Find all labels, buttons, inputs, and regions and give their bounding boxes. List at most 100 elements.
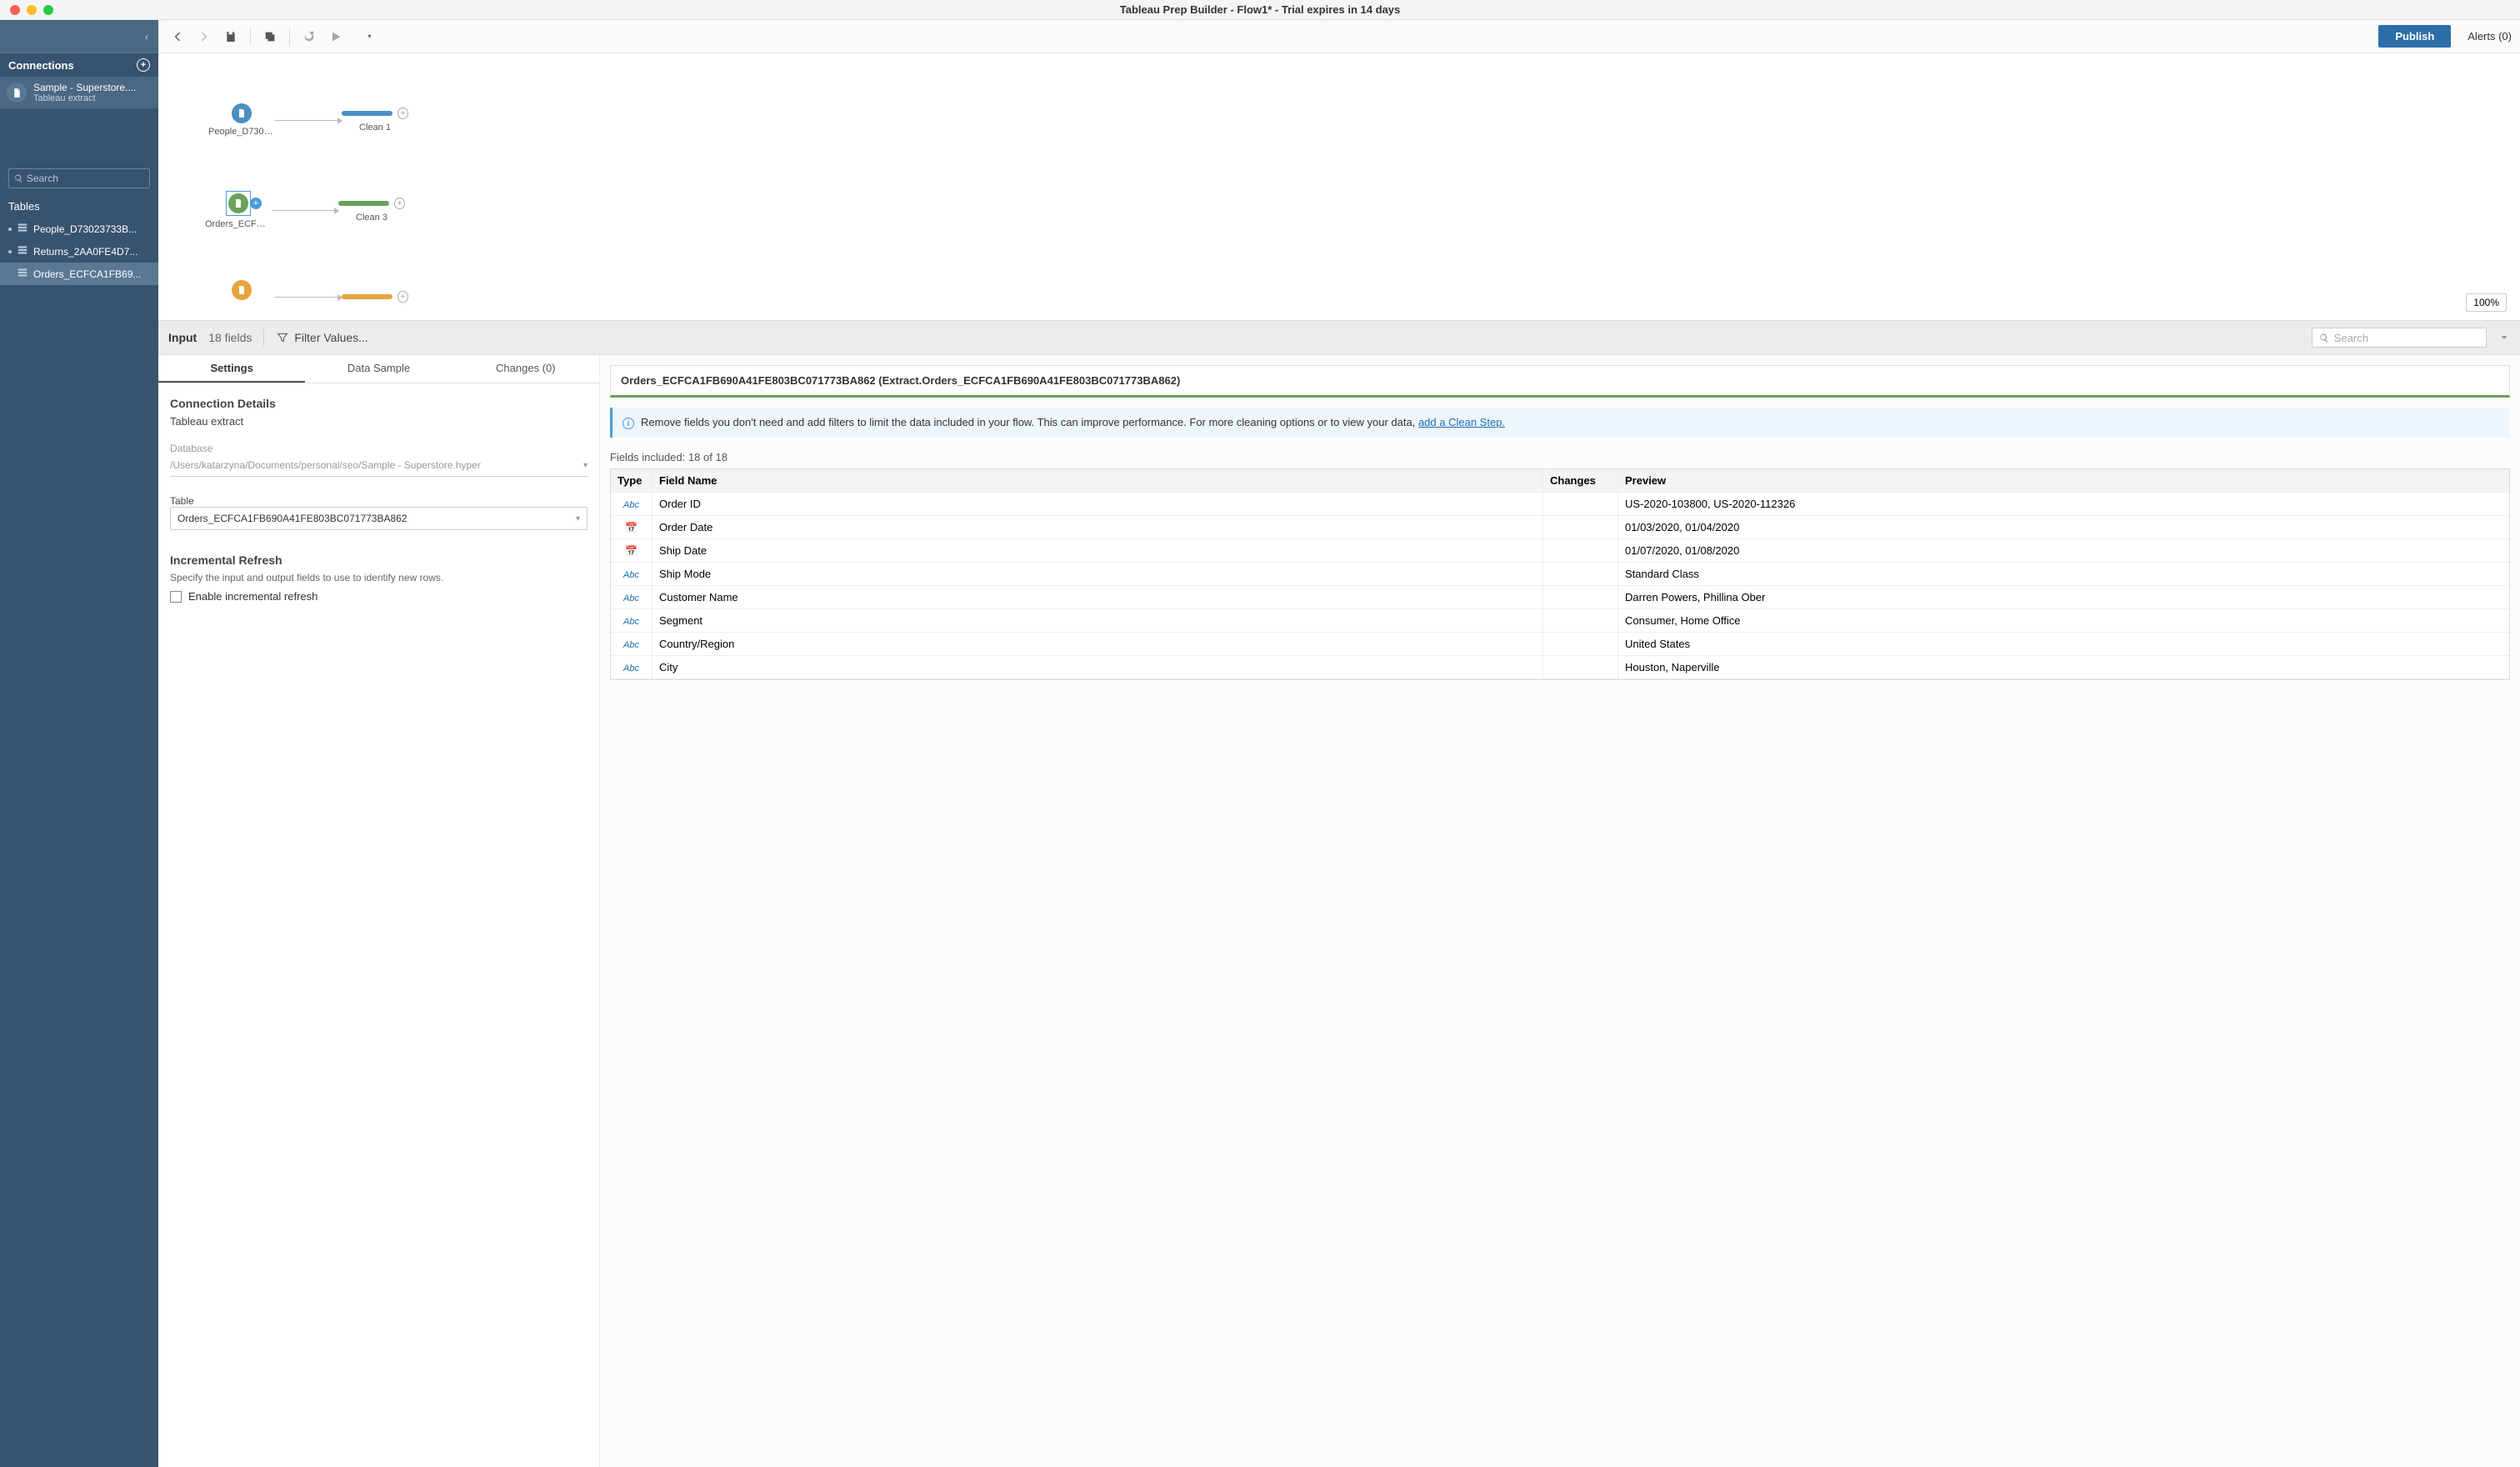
tables-heading: Tables bbox=[0, 197, 158, 218]
database-select[interactable]: /Users/katarzyna/Documents/personal/seo/… bbox=[170, 454, 588, 477]
sidebar: ‹ Connections + Sample - Superstore.... … bbox=[0, 20, 158, 1467]
incremental-heading: Incremental Refresh bbox=[170, 553, 588, 567]
sidebar-search[interactable] bbox=[8, 168, 150, 188]
search-icon bbox=[2319, 333, 2329, 343]
field-preview: US-2020-103800, US-2020-112326 bbox=[1618, 493, 2509, 516]
tables-list: People_D73023733B... Returns_2AA0FE4D7..… bbox=[0, 218, 158, 285]
table-item-label: People_D73023733B... bbox=[33, 223, 137, 235]
tab-changes[interactable]: Changes (0) bbox=[452, 355, 599, 383]
table-select[interactable]: Orders_ECFCA1FB690A41FE803BC071773BA862 … bbox=[170, 507, 588, 530]
incremental-description: Specify the input and output fields to u… bbox=[170, 572, 588, 583]
add-step-button[interactable]: + bbox=[398, 291, 408, 303]
clean-pill-icon bbox=[342, 294, 392, 299]
forward-button[interactable] bbox=[193, 26, 215, 48]
settings-button[interactable]: ▾ bbox=[352, 26, 373, 48]
panel-fields-count: 18 fields bbox=[208, 331, 252, 344]
field-row[interactable]: AbcCustomer NameDarren Powers, Phillina … bbox=[611, 586, 2509, 609]
incremental-checkbox-row[interactable]: Enable incremental refresh bbox=[170, 590, 588, 603]
flow-connector bbox=[275, 120, 342, 121]
flow-clean-node[interactable]: + bbox=[342, 291, 408, 303]
table-title: Orders_ECFCA1FB690A41FE803BC071773BA862 … bbox=[610, 365, 2510, 398]
sidebar-collapse-icon[interactable]: ‹ bbox=[145, 31, 148, 43]
field-row[interactable]: 📅Ship Date01/07/2020, 01/08/2020 bbox=[611, 539, 2509, 563]
flow-input-node[interactable]: People_D7302... bbox=[208, 103, 275, 137]
fields-pane: Orders_ECFCA1FB690A41FE803BC071773BA862 … bbox=[600, 355, 2520, 1467]
table-icon bbox=[17, 222, 28, 236]
publish-button[interactable]: Publish bbox=[2378, 25, 2451, 48]
type-date-icon: 📅 bbox=[625, 522, 638, 533]
col-name: Field Name bbox=[652, 469, 1543, 493]
connection-details-heading: Connection Details bbox=[170, 397, 588, 410]
filter-label: Filter Values... bbox=[294, 331, 368, 344]
table-item[interactable]: Orders_ECFCA1FB69... bbox=[0, 263, 158, 285]
field-row[interactable]: AbcOrder IDUS-2020-103800, US-2020-11232… bbox=[611, 493, 2509, 516]
connections-heading: Connections bbox=[8, 59, 74, 72]
field-changes bbox=[1543, 633, 1618, 656]
table-icon bbox=[17, 267, 28, 281]
sidebar-search-input[interactable] bbox=[27, 173, 144, 184]
node-label bbox=[208, 303, 275, 313]
tab-settings[interactable]: Settings bbox=[158, 355, 305, 383]
input-node-icon bbox=[228, 193, 248, 213]
back-button[interactable] bbox=[167, 26, 188, 48]
panel-search[interactable] bbox=[2312, 328, 2487, 348]
add-step-button[interactable]: + bbox=[394, 198, 405, 209]
fields-table: Type Field Name Changes Preview AbcOrder… bbox=[610, 468, 2510, 680]
node-label: Clean 1 bbox=[342, 123, 408, 133]
field-row[interactable]: 📅Order Date01/03/2020, 01/04/2020 bbox=[611, 516, 2509, 539]
table-value: Orders_ECFCA1FB690A41FE803BC071773BA862 bbox=[178, 513, 408, 524]
search-icon bbox=[14, 173, 23, 183]
detail-pane: Settings Data Sample Changes (0) Connect… bbox=[158, 355, 2520, 1467]
flow-clean-node[interactable]: + Clean 3 bbox=[338, 198, 405, 223]
connection-type-value: Tableau extract bbox=[170, 415, 588, 428]
panel-header: Input 18 fields Filter Values... bbox=[158, 320, 2520, 355]
table-item[interactable]: Returns_2AA0FE4D7... bbox=[0, 240, 158, 263]
field-row[interactable]: AbcShip ModeStandard Class bbox=[611, 563, 2509, 586]
table-item[interactable]: People_D73023733B... bbox=[0, 218, 158, 240]
flow-input-node[interactable]: + Orders_ECFCA... bbox=[205, 191, 272, 229]
clean-pill-icon bbox=[338, 201, 389, 206]
table-icon bbox=[17, 244, 28, 258]
tab-data-sample[interactable]: Data Sample bbox=[305, 355, 452, 383]
connection-item[interactable]: Sample - Superstore.... Tableau extract bbox=[0, 77, 158, 108]
save-button[interactable] bbox=[220, 26, 242, 48]
field-name: Order Date bbox=[652, 516, 1543, 539]
window-title: Tableau Prep Builder - Flow1* - Trial ex… bbox=[1120, 3, 1400, 16]
maximize-window-button[interactable] bbox=[43, 5, 53, 15]
field-changes bbox=[1543, 563, 1618, 586]
add-step-button[interactable]: + bbox=[398, 108, 408, 119]
toolbar: ▾ Publish Alerts (0) bbox=[158, 20, 2520, 53]
alerts-button[interactable]: Alerts (0) bbox=[2468, 30, 2512, 43]
connection-name: Sample - Superstore.... bbox=[33, 82, 136, 93]
close-window-button[interactable] bbox=[10, 5, 20, 15]
field-row[interactable]: AbcSegmentConsumer, Home Office bbox=[611, 609, 2509, 633]
table-item-label: Returns_2AA0FE4D7... bbox=[33, 246, 138, 258]
add-after-selected-button[interactable]: + bbox=[250, 198, 262, 209]
panel-search-input[interactable] bbox=[2334, 332, 2479, 344]
field-preview: Houston, Naperville bbox=[1618, 656, 2509, 679]
flow-input-node[interactable] bbox=[208, 280, 275, 313]
database-value: /Users/katarzyna/Documents/personal/seo/… bbox=[170, 459, 481, 471]
collapse-panel-icon[interactable] bbox=[2498, 332, 2510, 343]
node-label: Orders_ECFCA... bbox=[205, 219, 272, 229]
field-row[interactable]: AbcCityHouston, Naperville bbox=[611, 656, 2509, 679]
flow-clean-node[interactable]: + Clean 1 bbox=[342, 108, 408, 133]
run-flow-button[interactable] bbox=[325, 26, 347, 48]
col-type: Type bbox=[611, 469, 652, 493]
add-connection-button[interactable]: + bbox=[137, 58, 150, 72]
add-clean-step-link[interactable]: add a Clean Step. bbox=[1418, 416, 1505, 428]
zoom-indicator[interactable]: 100% bbox=[2466, 293, 2507, 312]
field-preview: 01/07/2020, 01/08/2020 bbox=[1618, 539, 2509, 563]
flow-canvas[interactable]: People_D7302... + Clean 1 bbox=[158, 53, 2520, 320]
field-preview: United States bbox=[1618, 633, 2509, 656]
datasource-icon bbox=[7, 83, 27, 103]
filter-icon bbox=[276, 331, 289, 344]
checkbox-icon[interactable] bbox=[170, 591, 182, 603]
filter-values-button[interactable]: Filter Values... bbox=[276, 331, 368, 344]
connection-subtitle: Tableau extract bbox=[33, 93, 136, 103]
refresh-button[interactable] bbox=[298, 26, 320, 48]
minimize-window-button[interactable] bbox=[27, 5, 37, 15]
panel-input-label: Input bbox=[168, 331, 197, 344]
data-button[interactable] bbox=[259, 26, 281, 48]
field-row[interactable]: AbcCountry/RegionUnited States bbox=[611, 633, 2509, 656]
